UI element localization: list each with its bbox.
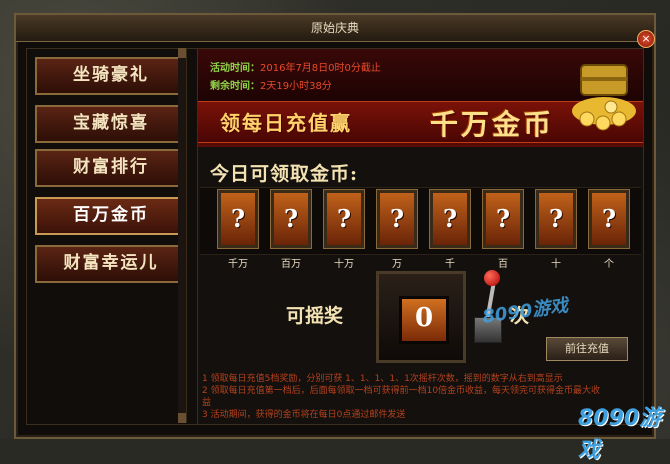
digit-slot: ?: [270, 189, 312, 249]
lottery-machine: 0: [376, 271, 466, 363]
go-recharge-button[interactable]: 前往充值: [546, 337, 628, 361]
digit-slot: ?: [376, 189, 418, 249]
digit-slot: ?: [323, 189, 365, 249]
rule-line: 1 领取每日充值5档奖励，分别可获 1、1、1、1、1次摇杆次数，摇到的数字从右…: [202, 374, 563, 384]
slot-label: 千万: [228, 259, 248, 270]
lever-knob-icon[interactable]: [484, 270, 500, 286]
digit-slot: ?: [588, 189, 630, 249]
digit-slot: ?: [429, 189, 471, 249]
slot-label: 万: [392, 259, 402, 270]
rule-line: 2 领取每日充值第一档后，后面每领取一档可获得前一档10倍金币收益，每天领完可获…: [202, 386, 601, 396]
rules-text: 1 领取每日充值5档奖励，分别可获 1、1、1、1、1次摇杆次数，摇到的数字从右…: [202, 373, 602, 421]
content-panel: 活动时间：2016年7月8日0时0分截止 剩余时间：2天19小时38分 领每日充…: [197, 48, 644, 425]
scroll-up-arrow-icon[interactable]: [178, 48, 186, 58]
sidebar-item-million-gold[interactable]: 百万金币: [35, 197, 187, 235]
sidebar-item-treasure-surprise[interactable]: 宝藏惊喜: [35, 105, 187, 143]
lottery-label: 可摇奖: [286, 305, 344, 327]
slot-label: 百万: [281, 259, 301, 270]
scroll-down-arrow-icon[interactable]: [178, 413, 186, 423]
rule-line: 3 活动期间，获得的金币将在每日0点通过邮件发送: [202, 410, 406, 420]
lottery-count: 0: [399, 296, 449, 344]
gold-pile-icon: [572, 64, 636, 131]
banner-slogan-small: 领每日充值赢: [220, 111, 352, 135]
digit-slot: ?: [217, 189, 259, 249]
close-button[interactable]: ×: [637, 30, 655, 48]
banner-slogan-big: 千万金币: [430, 108, 555, 141]
sidebar-item-mount-gift[interactable]: 坐骑豪礼: [35, 57, 187, 95]
event-banner: 活动时间：2016年7月8日0时0分截止 剩余时间：2天19小时38分 领每日充…: [198, 49, 643, 147]
remaining-time: 剩余时间：2天19小时38分: [210, 81, 332, 92]
section-title: 今日可领取金币:: [210, 163, 359, 185]
slot-label: 千: [445, 259, 455, 270]
slot-label: 十: [551, 259, 561, 270]
sidebar-item-lucky-wealth[interactable]: 财富幸运儿: [35, 245, 187, 283]
sidebar: 坐骑豪礼 宝藏惊喜 财富排行 百万金币 财富幸运儿: [26, 48, 198, 425]
event-time: 活动时间：2016年7月8日0时0分截止: [210, 63, 381, 74]
rule-line: 益: [202, 398, 212, 408]
sidebar-item-wealth-ranking[interactable]: 财富排行: [35, 149, 187, 187]
digit-slot: ?: [535, 189, 577, 249]
slot-label: 百: [498, 259, 508, 270]
slot-label: 个: [604, 259, 614, 270]
digit-slot: ?: [482, 189, 524, 249]
window-title: 原始庆典: [16, 15, 654, 42]
scrollbar[interactable]: [178, 48, 187, 423]
site-watermark-corner: 8090游戏: [578, 406, 662, 463]
slot-label: 十万: [334, 259, 354, 270]
